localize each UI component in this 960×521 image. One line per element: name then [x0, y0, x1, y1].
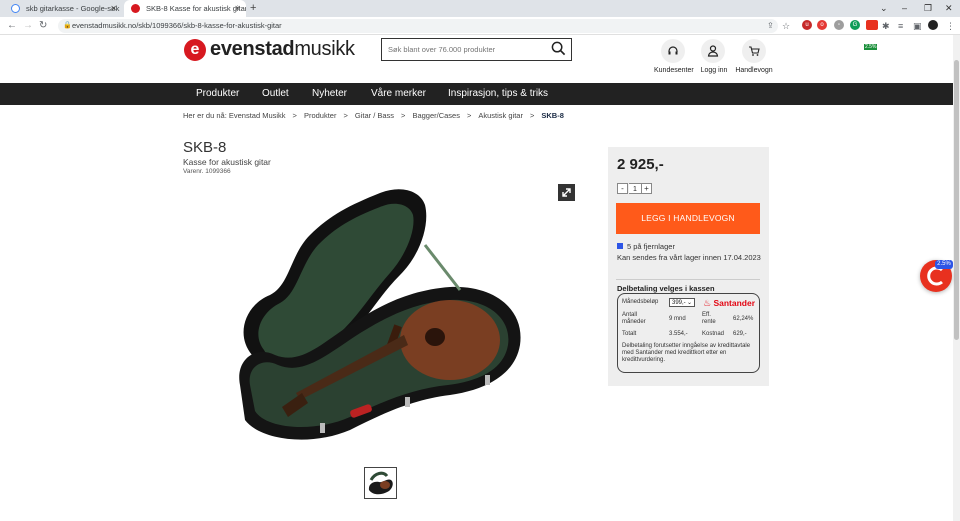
tab-google-search[interactable]: skb gitarkasse - Google-søk ✕ [4, 0, 122, 17]
nav-item-nyheter[interactable]: Nyheter [312, 83, 347, 105]
menu-icon[interactable]: ⋮ [946, 17, 955, 35]
close-tab-icon[interactable]: ✕ [234, 0, 241, 17]
santander-logo: ♨ Santander [703, 298, 755, 309]
cart-button[interactable] [742, 39, 766, 63]
financing-disclaimer: Delbetaling forutsetter inngåelse av kre… [622, 343, 751, 363]
breadcrumb-item[interactable]: Akustisk gitar [478, 111, 523, 120]
cost-label: Kostnad [702, 331, 725, 337]
user-icon [707, 45, 719, 57]
address-bar[interactable]: 🔒 evenstadmusikk.no/skb/1099366/skb-8-ka… [58, 19, 778, 33]
months-value: 9 mnd [669, 316, 686, 322]
new-tab-icon[interactable]: + [250, 0, 256, 17]
breadcrumb-item[interactable]: Gitar / Bass [355, 111, 394, 120]
scrollbar-thumb[interactable] [954, 60, 959, 340]
total-value: 3.554,- [669, 331, 688, 337]
extension-badge-text: 2.5% [864, 44, 878, 50]
reload-icon[interactable]: ↻ [39, 17, 47, 35]
financing-title: Delbetaling velges i kassen [617, 284, 715, 293]
nav-item-inspirasjon[interactable]: Inspirasjon, tips & triks [448, 83, 548, 105]
breadcrumb-item[interactable]: Bagger/Cases [412, 111, 460, 120]
search-icon[interactable] [551, 41, 566, 61]
search-box [381, 38, 572, 61]
tab-title: skb gitarkasse - Google-søk [26, 4, 120, 13]
breadcrumb-current: SKB-8 [541, 111, 564, 120]
headset-icon [668, 46, 678, 55]
back-icon[interactable]: ← [7, 17, 17, 35]
provider-name: Santander [713, 298, 756, 308]
cost-value: 629,- [733, 331, 747, 337]
logo-part1: evenstad [210, 38, 295, 60]
quantity-increase-button[interactable]: + [641, 183, 652, 194]
months-label: Antall måneder [622, 312, 646, 325]
divider [616, 279, 760, 280]
login-label[interactable]: Logg inn [697, 67, 731, 74]
rate-label: Eff. rente [702, 312, 716, 325]
customer-service-label[interactable]: Kundesenter [654, 67, 694, 74]
thumbnail-image [368, 471, 393, 495]
expand-icon [562, 188, 571, 197]
product-subtitle: Kasse for akustisk gitar [183, 157, 271, 167]
cart-label[interactable]: Handlevogn [735, 67, 773, 74]
share-icon[interactable]: ⇪ [767, 17, 774, 35]
close-window-icon[interactable]: ✕ [945, 0, 953, 17]
santander-flame-icon: ♨ [703, 298, 712, 308]
cashback-percent-badge: 2.5% [935, 260, 953, 269]
bookmark-star-icon[interactable]: ☆ [782, 17, 790, 35]
google-icon [11, 4, 20, 13]
extension-icon-2[interactable]: o [817, 20, 827, 30]
maximize-icon[interactable]: ❐ [924, 0, 932, 17]
evenstad-favicon-icon [131, 4, 140, 13]
browser-tab-bar: skb gitarkasse - Google-søk ✕ SKB-8 Kass… [0, 0, 960, 17]
nav-item-outlet[interactable]: Outlet [262, 83, 289, 105]
product-sku: Varenr. 1099366 [183, 168, 231, 175]
search-input[interactable] [388, 39, 548, 60]
quantity-decrease-button[interactable]: - [617, 183, 628, 194]
main-navigation: Produkter Outlet Nyheter Våre merker Ins… [0, 83, 953, 105]
stock-indicator-icon [617, 243, 623, 249]
side-panel-icon[interactable]: ▣ [913, 17, 922, 35]
browser-toolbar: ← → ↻ 🔒 evenstadmusikk.no/skb/1099366/sk… [0, 17, 960, 50]
forward-icon[interactable]: → [23, 17, 33, 35]
tab-title: SKB-8 Kasse for akustisk gitar - E [146, 4, 246, 13]
expand-image-button[interactable] [558, 184, 575, 201]
customer-service-button[interactable] [661, 39, 685, 63]
lock-icon: 🔒 [63, 22, 72, 29]
login-button[interactable] [701, 39, 725, 63]
reading-list-icon[interactable]: ≡ [898, 17, 903, 35]
total-label: Totalt [622, 331, 637, 337]
cart-icon [749, 46, 760, 56]
nav-item-vaare-merker[interactable]: Våre merker [371, 83, 426, 105]
chevron-down-icon: ⌄ [686, 300, 692, 306]
add-to-cart-button[interactable]: LEGG I HANDLEVOGN [616, 203, 760, 234]
image-thumbnail[interactable] [364, 467, 397, 499]
extension-icon-3[interactable]: ▫ [834, 20, 844, 30]
breadcrumb: Her er du nå: Evenstad Musikk > Produkter >… [183, 111, 564, 120]
logo-part2: musikk [294, 38, 355, 60]
extension-icon-4[interactable]: G [850, 20, 860, 30]
profile-avatar[interactable] [928, 20, 938, 30]
quantity-input[interactable]: 1 [629, 183, 641, 194]
minimize-icon[interactable]: – [902, 0, 907, 17]
tab-search-icon[interactable]: ⌄ [880, 0, 888, 17]
breadcrumb-prefix[interactable]: Her er du nå: Evenstad Musikk [183, 111, 286, 120]
shipping-info: Kan sendes fra vårt lager innen 17.04.20… [617, 253, 761, 262]
rate-value: 62,24% [733, 316, 754, 322]
logo-mark[interactable]: e [184, 39, 206, 61]
product-title: SKB-8 [183, 139, 227, 156]
tab-skb8-product[interactable]: SKB-8 Kasse for akustisk gitar - E ✕ [124, 0, 246, 17]
product-price: 2 925,- [617, 156, 664, 173]
close-tab-icon[interactable]: ✕ [110, 0, 117, 17]
product-image[interactable] [230, 185, 530, 455]
logo-wordmark[interactable]: evenstadmusikk [210, 38, 355, 61]
extensions-puzzle-icon[interactable]: ✱ [882, 17, 890, 35]
nav-item-produkter[interactable]: Produkter [196, 83, 239, 105]
stock-status: 5 på fjernlager [627, 242, 675, 251]
monthly-amount-value: 399,- [672, 300, 686, 306]
monthly-label: Månedsbeløp [622, 299, 659, 305]
extension-icon-1[interactable]: u [802, 20, 812, 30]
monthly-amount-select[interactable]: 399,- ⌄ [669, 298, 695, 307]
url-text: evenstadmusikk.no/skb/1099366/skb-8-kass… [72, 21, 282, 30]
extension-badge-icon[interactable] [866, 20, 878, 30]
breadcrumb-item[interactable]: Produkter [304, 111, 337, 120]
